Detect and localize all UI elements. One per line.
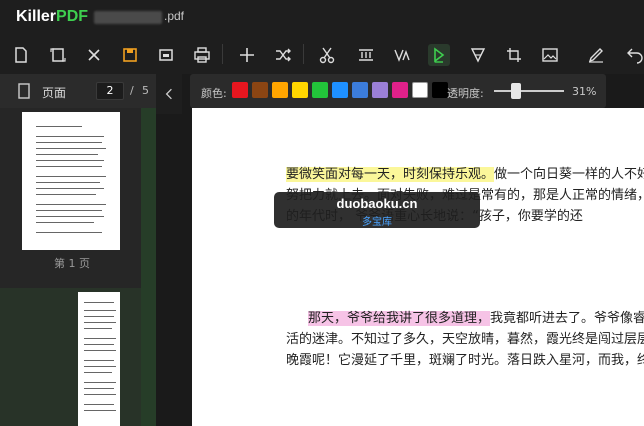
page-thumbnail-1[interactable] (22, 112, 120, 250)
thumbnail-caption: 第 1 页 (54, 257, 90, 270)
image-icon[interactable] (155, 44, 177, 66)
resize-icon[interactable] (391, 44, 413, 66)
color-swatch[interactable] (332, 82, 348, 98)
toolbar-separator (222, 44, 223, 64)
doc-line-6: 晚霞呢！它漫延了千里，斑斓了时光。落日跌入星河，而我，终是释然 (286, 349, 644, 368)
page-total: 5 (142, 84, 149, 97)
sidebar-header: 页面 2 / 5 (0, 74, 156, 108)
doc-text: 做一个向日葵一样的人不好吗？你 (494, 167, 644, 182)
close-icon[interactable] (83, 44, 105, 66)
color-swatch[interactable] (232, 82, 248, 98)
highlighted-text[interactable]: 那天，爷爷给我讲了很多道理， (308, 311, 491, 326)
color-swatch[interactable] (352, 82, 368, 98)
page-thumbnail-2[interactable] (78, 292, 120, 426)
color-swatch[interactable] (412, 82, 428, 98)
doc-line-4: 那天，爷爷给我讲了很多道理，我竟都听进去了。爷爷像睿智的长 (308, 307, 644, 326)
highlighted-text[interactable]: 要微笑面对每一天，时刻保持乐观。 (286, 167, 495, 182)
doc-text: 晚霞呢！它漫延了千里，斑斓了时光。落日跌入星河，而我，终是释然 (286, 353, 644, 368)
cone-icon[interactable] (467, 44, 489, 66)
opacity-slider-track[interactable] (494, 90, 564, 92)
save-icon[interactable] (119, 44, 141, 66)
new-file-icon[interactable] (10, 44, 32, 66)
shuffle-icon[interactable] (272, 44, 294, 66)
opacity-value: 31% (572, 85, 597, 98)
title-bar: KillerPDF .pdf (0, 0, 644, 36)
color-swatch[interactable] (292, 82, 308, 98)
brand-main: Killer (16, 8, 57, 25)
sign-icon[interactable] (585, 44, 607, 66)
doc-line-5: 活的迷津。不知过了多久，天空放晴，暮然，霞光终是闯过层层乌云， (286, 328, 644, 347)
crop-icon[interactable] (503, 44, 525, 66)
redacted-filename (94, 11, 162, 24)
doc-text: 我竟都听进去了。爷爷像睿智的长 (490, 311, 644, 326)
chevron-left-icon (165, 88, 172, 100)
cut-icon[interactable] (316, 44, 338, 66)
page-icon[interactable] (47, 44, 69, 66)
opacity-label: 透明度: (447, 87, 484, 100)
file-extension: .pdf (164, 9, 185, 23)
color-swatch[interactable] (312, 82, 328, 98)
watermark-subtext: 多宝库 (362, 217, 392, 228)
doc-line-1: 要微笑面对每一天，时刻保持乐观。做一个向日葵一样的人不好吗？你 (286, 163, 644, 182)
page-separator: / (130, 84, 134, 97)
crop-text-icon[interactable] (355, 44, 377, 66)
picture-icon[interactable] (539, 44, 561, 66)
print-icon[interactable] (191, 44, 213, 66)
app-logo: KillerPDF (16, 8, 88, 26)
app-window: KillerPDF .pdf 要微笑面对每一天，时刻保持乐观。做一个向日葵一样的… (0, 0, 644, 426)
pages-icon (18, 83, 30, 99)
color-swatch[interactable] (392, 82, 408, 98)
collapse-sidebar-button[interactable] (156, 74, 182, 114)
color-swatch[interactable] (252, 82, 268, 98)
sidebar-accent-strip (141, 108, 156, 426)
color-swatch[interactable] (432, 82, 448, 98)
watermark-overlay: duobaoku.cn 多宝库 (274, 192, 480, 228)
color-label: 颜色: (201, 87, 227, 100)
brand-accent: PDF (56, 8, 89, 25)
sidebar-title: 页面 (42, 86, 67, 100)
add-icon[interactable] (236, 44, 258, 66)
toolbar-separator (303, 44, 304, 64)
undo-icon[interactable] (624, 44, 644, 66)
highlighter-icon[interactable] (428, 44, 450, 66)
document-page[interactable] (192, 108, 644, 426)
watermark-text: duobaoku.cn (336, 196, 418, 211)
doc-text: 活的迷津。不知过了多久，天空放晴，暮然，霞光终是闯过层层乌云， (286, 332, 644, 347)
color-swatch[interactable] (372, 82, 388, 98)
page-number-input[interactable]: 2 (96, 82, 124, 100)
color-swatch[interactable] (272, 82, 288, 98)
opacity-slider-knob[interactable] (510, 83, 521, 99)
